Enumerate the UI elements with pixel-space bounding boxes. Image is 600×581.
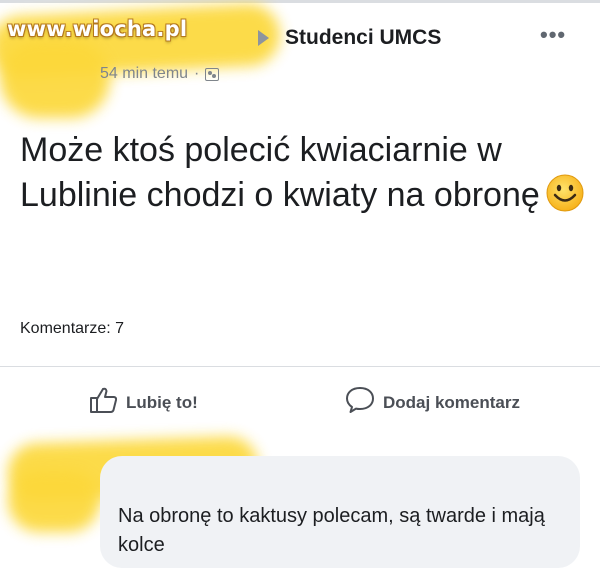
add-comment-button[interactable]: Dodaj komentarz xyxy=(345,386,520,419)
like-button[interactable]: Lubię to! xyxy=(88,386,198,419)
post-text: Może ktoś polecić kwiaciarnie w Lublinie… xyxy=(20,131,540,214)
arrow-right-icon xyxy=(258,30,269,46)
censor-highlight-avatar xyxy=(0,40,110,118)
more-options-icon[interactable]: ••• xyxy=(540,22,566,48)
group-name-link[interactable]: Studenci UMCS xyxy=(285,26,441,50)
comment-bubble-icon xyxy=(345,386,375,419)
post-meta: 54 min temu · xyxy=(100,65,220,83)
comment-label: Dodaj komentarz xyxy=(383,392,520,412)
actions-divider xyxy=(0,366,600,367)
group-privacy-icon xyxy=(205,67,220,81)
comment-text: Na obronę to kaktusy polecam, są twarde … xyxy=(118,505,545,556)
watermark: www.wiocha.pl xyxy=(7,17,188,41)
post-time[interactable]: 54 min temu xyxy=(100,65,188,83)
meta-separator: · xyxy=(194,65,200,82)
post-body: Może ktoś polecić kwiaciarnie w Lublinie… xyxy=(20,128,590,224)
thumbs-up-icon xyxy=(88,386,118,419)
censor-highlight-commenter-avatar xyxy=(8,470,100,532)
comment-bubble: Na obronę to kaktusy polecam, są twarde … xyxy=(100,456,580,568)
smiley-emoji-icon xyxy=(546,174,584,224)
comments-count[interactable]: Komentarze: 7 xyxy=(20,320,124,338)
top-border xyxy=(0,0,600,3)
like-label: Lubię to! xyxy=(126,392,198,412)
